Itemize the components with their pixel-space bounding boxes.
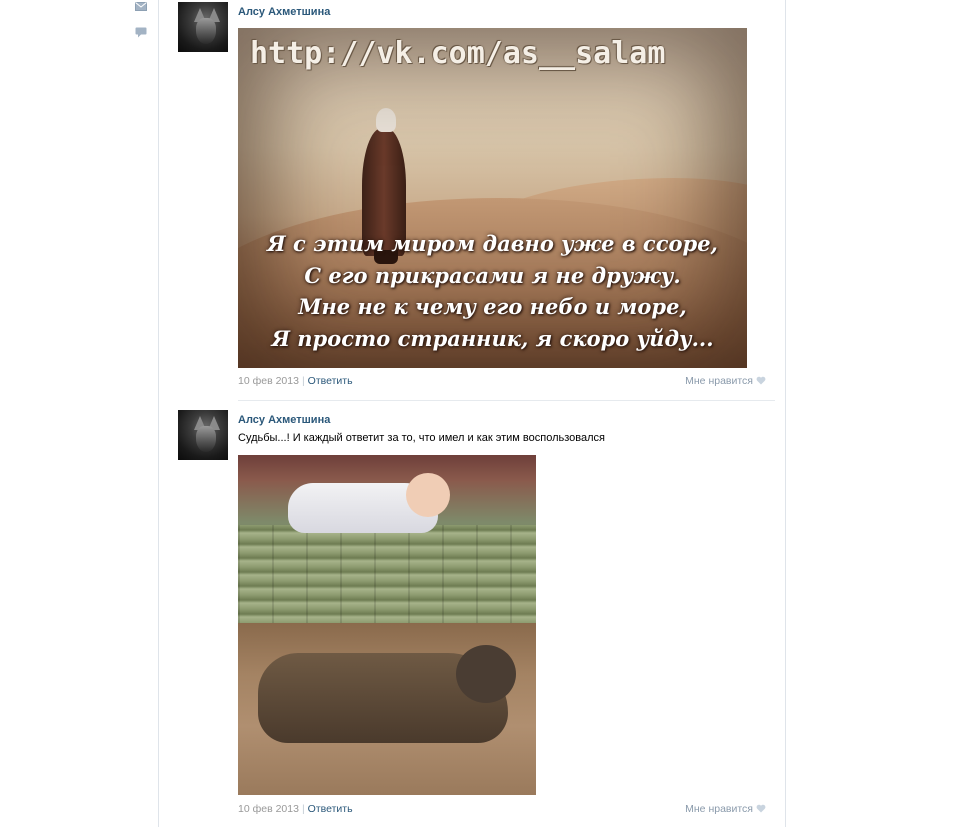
poem-line: Мне не к чему его небо и море, bbox=[298, 294, 687, 319]
child-head bbox=[456, 645, 516, 703]
baby-head bbox=[406, 473, 450, 517]
separator: | bbox=[301, 803, 305, 815]
wall-post: Алсу Ахметшина Судьбы...! И каждый ответ… bbox=[178, 410, 776, 822]
post-divider bbox=[238, 400, 775, 401]
author-name[interactable]: Алсу Ахметшина bbox=[238, 6, 330, 18]
money-stacks bbox=[238, 525, 536, 623]
heart-icon bbox=[756, 804, 766, 813]
post-image[interactable]: http://vk.com/as__salam Я с этим миром д… bbox=[238, 28, 747, 368]
post-image[interactable] bbox=[238, 455, 536, 795]
poem-line: С его прикрасами я не дружу. bbox=[304, 262, 681, 288]
post-date[interactable]: 10 фев 2013 bbox=[238, 803, 299, 815]
author-name[interactable]: Алсу Ахметшина bbox=[238, 414, 330, 426]
reply-link[interactable]: Ответить bbox=[308, 375, 353, 387]
envelope-icon[interactable] bbox=[135, 1, 147, 12]
heart-icon bbox=[756, 376, 766, 385]
comment-icon[interactable] bbox=[135, 27, 147, 38]
post-text: Судьбы...! И каждый ответит за то, что и… bbox=[238, 432, 605, 444]
left-column bbox=[0, 0, 158, 827]
avatar[interactable] bbox=[178, 2, 228, 52]
post-date[interactable]: 10 фев 2013 bbox=[238, 375, 299, 387]
like-label: Мне нравится bbox=[685, 375, 753, 387]
post-footer: 10 фев 2013 | Ответить Мне нравится bbox=[238, 375, 776, 389]
like-button[interactable]: Мне нравится bbox=[685, 803, 766, 815]
reply-link[interactable]: Ответить bbox=[308, 803, 353, 815]
image-url-overlay: http://vk.com/as__salam bbox=[250, 36, 666, 71]
poem-line: Я с этим миром давно уже в ссоре, bbox=[267, 231, 718, 256]
post-footer: 10 фев 2013 | Ответить Мне нравится bbox=[238, 803, 776, 817]
image-bottom-half bbox=[238, 623, 536, 795]
image-poem: Я с этим миром давно уже в ссоре, С его … bbox=[238, 228, 747, 354]
separator: | bbox=[301, 375, 305, 387]
like-label: Мне нравится bbox=[685, 803, 753, 815]
wall-post: Алсу Ахметшина http://vk.com/as__salam Я… bbox=[178, 2, 776, 394]
avatar[interactable] bbox=[178, 410, 228, 460]
like-button[interactable]: Мне нравится bbox=[685, 375, 766, 387]
poem-line: Я просто странник, я скоро уйду... bbox=[271, 325, 714, 351]
